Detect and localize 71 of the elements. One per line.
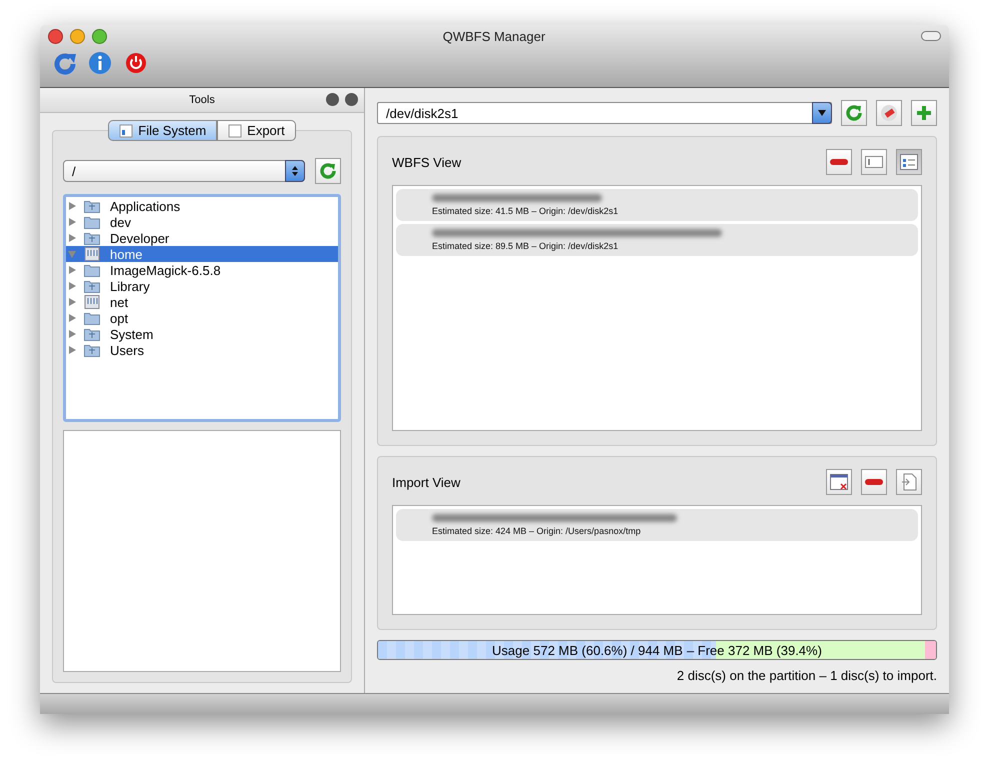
document-icon [228,124,242,138]
toolbar-toggle-button[interactable] [921,31,941,41]
import-button[interactable] [896,469,922,495]
window-delete-icon [830,474,848,490]
minus-icon [865,479,883,485]
details-button[interactable] [896,149,922,175]
tree-item[interactable]: Applications [66,198,338,214]
library-folder-icon [84,279,100,293]
disc-item[interactable]: Estimated size: 41.5 MB – Origin: /dev/disk2s1 [396,189,918,221]
tab[interactable]: File System [108,120,218,141]
minimize-button[interactable] [70,28,85,44]
tree-item[interactable]: Developer [66,230,338,246]
refresh-icon [319,162,337,180]
dropdown-icon [818,110,826,116]
erase-button[interactable] [876,100,902,126]
disc-info: Estimated size: 89.5 MB – Origin: /dev/disk2s1 [432,241,620,251]
disc-item[interactable]: Estimated size: 89.5 MB – Origin: /dev/disk2s1 [396,224,918,256]
reload-button[interactable] [841,100,867,126]
tree-item[interactable]: home [66,246,338,262]
info-button[interactable] [88,51,114,77]
plus-icon [915,104,933,122]
tree-item[interactable]: ImageMagick-6.5.8 [66,262,338,278]
info-icon [88,51,112,75]
stepper-icon [291,165,299,177]
panel-title: Import View [392,474,460,490]
dock-title: Tools [189,94,215,106]
apps-folder-icon [84,199,100,213]
path-combo[interactable]: / [63,160,305,182]
tree-item[interactable]: opt [66,310,338,326]
tab[interactable]: Export [217,120,296,141]
users-folder-icon [84,343,100,357]
disc-info: Estimated size: 424 MB – Origin: /Users/pasnox/tmp [432,526,642,536]
disc-info: Estimated size: 41.5 MB – Origin: /dev/disk2s1 [432,206,620,216]
partition-combo[interactable]: /dev/disk2s1 [377,102,832,124]
tree-item[interactable]: dev [66,214,338,230]
tree-item[interactable]: net [66,294,338,310]
tree-item[interactable]: Library [66,278,338,294]
power-icon [124,51,148,75]
tools-folder-icon [84,231,100,245]
window-icon [119,124,134,138]
drive-icon [84,247,100,261]
remove-button[interactable] [861,469,887,495]
document-arrow-icon [901,473,917,491]
close-button[interactable] [48,28,63,44]
system-folder-icon [84,327,100,341]
tree-item[interactable]: System [66,326,338,342]
eraser-icon [880,104,898,122]
folder-icon [84,215,100,229]
window-title: QWBFS Manager [442,28,546,44]
minus-icon [830,159,848,165]
drive-icon [84,295,100,309]
add-button[interactable] [911,100,937,126]
free-label: – Free 372 MB (39.4%) [686,642,822,658]
folder-icon [84,311,100,325]
remove-button[interactable] [826,149,852,175]
list-view-icon [900,154,918,170]
refresh-button[interactable] [315,158,341,184]
refresh-icon [52,51,78,77]
refresh-icon [845,104,863,122]
close-dock-button[interactable] [345,93,358,106]
clear-button[interactable] [826,469,852,495]
text-field-icon [865,156,883,168]
float-button[interactable] [326,93,339,106]
rename-button[interactable] [861,149,887,175]
disc-item[interactable]: Estimated size: 424 MB – Origin: /Users/pasnox/tmp [396,509,918,541]
panel-title: WBFS View [392,154,462,170]
reload-button[interactable] [52,51,78,77]
tree-item[interactable]: Users [66,342,338,358]
summary-text: 2 disc(s) on the partition – 1 disc(s) to import. [676,668,937,683]
usage-label: Usage 572 MB (60.6%) / 944 MB [492,642,683,658]
zoom-button[interactable] [92,28,107,44]
